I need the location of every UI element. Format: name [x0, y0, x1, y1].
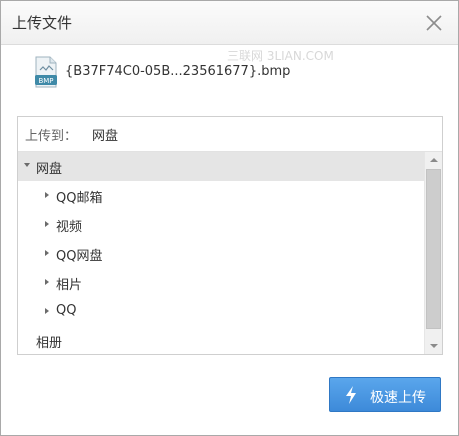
tree-node[interactable]: QQ网盘 — [18, 239, 424, 268]
tree-node-label: QQ — [56, 303, 77, 318]
close-icon — [426, 15, 442, 31]
lightning-icon — [346, 386, 356, 404]
collapse-arrow-icon[interactable] — [45, 221, 49, 227]
file-name: {B37F74C0-05B...23561677}.bmp — [65, 64, 291, 79]
title-bar: 上传文件 — [1, 1, 458, 45]
upload-destination: 上传到： 网盘 — [18, 117, 442, 152]
tree-node[interactable]: QQ邮箱 — [18, 181, 424, 210]
fast-upload-label: 极速上传 — [370, 390, 426, 406]
scroll-thumb[interactable] — [426, 169, 441, 329]
folder-tree: 网盘 QQ邮箱 视频 QQ网盘 相片 QQ 相册 — [18, 152, 424, 354]
tree-node[interactable]: 视频 — [18, 210, 424, 239]
tree-node-label: 网盘 — [36, 162, 63, 177]
expand-arrow-icon[interactable] — [24, 163, 30, 167]
tree-node-label: 视频 — [56, 220, 83, 235]
tree-node-root[interactable]: 相册 — [18, 326, 424, 354]
collapse-arrow-icon[interactable] — [45, 192, 49, 198]
destination-panel: 上传到： 网盘 网盘 QQ邮箱 视频 QQ网盘 相片 QQ 相册 — [17, 116, 443, 355]
upload-to-label: 上传到： — [25, 129, 78, 144]
up-arrow-icon — [430, 158, 438, 162]
upload-dialog: 上传文件 三联网 3LIAN.COM BMP {B37F74C0-05B...2… — [0, 0, 459, 436]
bmp-icon-text: BMP — [38, 77, 53, 85]
fast-upload-button[interactable]: 极速上传 — [329, 377, 441, 412]
tree-node-label: QQ网盘 — [56, 249, 103, 264]
collapse-arrow-icon[interactable] — [45, 279, 49, 285]
collapse-arrow-icon[interactable] — [45, 308, 49, 314]
tree-node[interactable]: 相片 — [18, 268, 424, 297]
collapse-arrow-icon[interactable] — [45, 250, 49, 256]
tree-node-label: QQ邮箱 — [56, 191, 103, 206]
watermark: 三联网 3LIAN.COM — [227, 49, 334, 63]
tree-scrollbar[interactable] — [424, 152, 442, 354]
bmp-file-icon: BMP — [35, 56, 57, 88]
down-arrow-icon — [430, 344, 438, 348]
upload-to-value: 网盘 — [92, 129, 119, 144]
tree-node[interactable]: QQ — [18, 297, 424, 326]
scroll-up-button[interactable] — [425, 152, 442, 169]
scroll-down-button[interactable] — [425, 337, 442, 354]
dialog-title: 上传文件 — [12, 14, 73, 32]
tree-node-label: 相册 — [36, 336, 63, 351]
tree-node-root[interactable]: 网盘 — [18, 152, 424, 181]
close-button[interactable] — [422, 11, 446, 35]
tree-node-label: 相片 — [56, 278, 83, 293]
